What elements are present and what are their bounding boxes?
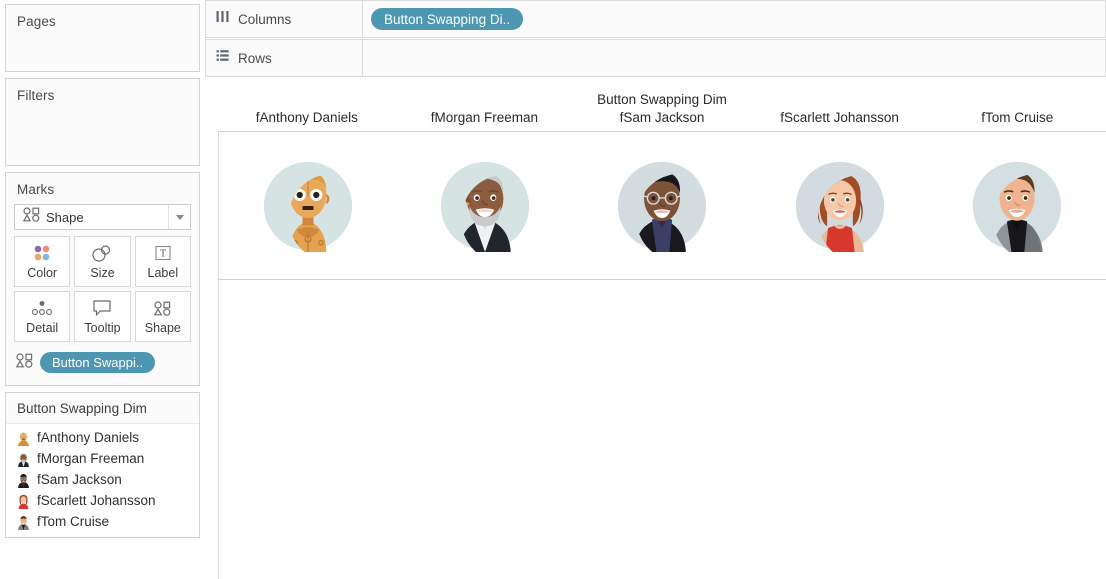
worksheet-main: Columns Button Swapping Di.. Rows Button… [205,0,1106,579]
legend-items: fAnthony Daniels fMorgan Freeman fSam Ja… [6,424,199,537]
size-button-label: Size [90,266,115,280]
label-button-label: Label [147,266,179,280]
column-header-tom-cruise[interactable]: fTom Cruise [928,110,1106,131]
tooltip-button-label: Tooltip [84,321,121,335]
legend-item[interactable]: fTom Cruise [6,511,199,532]
marks-shape-pill[interactable]: Button Swappi.. [40,352,156,373]
column-header-anthony-daniels[interactable]: fAnthony Daniels [218,110,396,131]
legend-item[interactable]: fSam Jackson [6,469,199,490]
sam-jackson-avatar [618,161,707,252]
morgan-freeman-avatar [440,161,530,252]
pages-card[interactable]: Pages [5,4,200,72]
c3po-avatar-icon [16,430,31,446]
label-text-icon: T [154,243,172,263]
detail-button-label: Detail [26,321,59,335]
columns-icon [216,10,229,28]
color-button-label: Color [27,266,58,280]
marks-title: Marks [17,182,55,197]
mark-type-dropdown[interactable]: Shape [14,204,191,230]
tom-cruise-avatar-icon [16,514,31,530]
shape-button-label: Shape [144,321,181,335]
rows-shelf-label: Rows [238,50,272,66]
marks-card: Marks Shape Color Size T Label Detail To… [5,172,200,386]
columns-shelf-label-box: Columns [205,0,363,38]
mark-cell-tom-cruise[interactable] [929,160,1106,252]
tom-cruise-avatar [973,161,1062,252]
svg-text:T: T [160,249,166,260]
columns-pill-button-swapping-dim[interactable]: Button Swapping Di.. [371,8,524,30]
mark-type-row: Shape [6,197,199,230]
mark-cell-sam-jackson[interactable] [574,160,751,252]
marks-buttons: Color Size T Label Detail Tooltip Shape [6,230,199,342]
mark-cell-anthony-daniels[interactable] [219,160,396,252]
mark-cell-scarlett-johansson[interactable] [751,160,928,252]
filters-card[interactable]: Filters [5,78,200,166]
columns-shelf-label: Columns [238,11,292,27]
left-sidebar: Pages Filters Marks Shape Color Size T L… [0,0,205,579]
legend-item-label: fMorgan Freeman [37,451,145,466]
c3po-avatar [263,161,352,252]
pages-title: Pages [17,14,56,29]
mark-type-value: Shape [46,209,84,225]
shape-glyph-icon [22,207,40,227]
legend-title: Button Swapping Dim [6,393,199,424]
marks-pane [218,132,1106,280]
legend-item[interactable]: fMorgan Freeman [6,448,199,469]
legend-item-label: fSam Jackson [37,472,122,487]
morgan-freeman-avatar-icon [16,451,31,467]
columns-shelf: Columns Button Swapping Di.. [205,0,1106,38]
legend-item-label: fTom Cruise [37,514,110,529]
legend-item-label: fScarlett Johansson [37,493,156,508]
column-field-title: Button Swapping Dim [597,92,727,107]
column-header-morgan-freeman[interactable]: fMorgan Freeman [396,110,574,131]
shape-button[interactable]: Shape [134,291,191,342]
column-header-sam-jackson[interactable]: fSam Jackson [573,110,751,131]
tooltip-button[interactable]: Tooltip [74,291,131,342]
color-button[interactable]: Color [14,236,71,287]
detail-dots-icon [31,298,53,318]
size-button[interactable]: Size [74,236,131,287]
tooltip-bubble-icon [92,298,112,318]
label-button[interactable]: T Label [134,236,191,287]
empty-pane-area [218,280,1106,579]
filters-title: Filters [17,88,55,103]
detail-button[interactable]: Detail [14,291,71,342]
shape-legend-card: Button Swapping Dim fAnthony Daniels fMo… [5,392,200,538]
legend-item[interactable]: fScarlett Johansson [6,490,199,511]
legend-item-label: fAnthony Daniels [37,430,140,445]
scarlett-johansson-avatar [795,161,885,252]
marks-shape-pill-row: Button Swappi.. [6,342,199,377]
rows-shelf: Rows [205,39,1106,77]
chevron-down-icon[interactable] [168,205,190,229]
column-header-scarlett-johansson[interactable]: fScarlett Johansson [751,110,929,131]
legend-item[interactable]: fAnthony Daniels [6,427,199,448]
rows-shelf-label-box: Rows [205,39,363,77]
viz-canvas: Button Swapping Dim fAnthony Daniels fMo… [218,80,1106,579]
sam-jackson-avatar-icon [16,472,31,488]
color-dots-icon [32,243,52,263]
tableau-worksheet: Pages Filters Marks Shape Color Size T L… [0,0,1106,579]
shape-glyph-icon [15,352,33,373]
mark-cell-morgan-freeman[interactable] [396,160,573,252]
shape-glyph-icon [154,298,171,318]
column-headers: fAnthony Daniels fMorgan Freeman fSam Ja… [218,107,1106,132]
size-circles-icon [91,243,113,263]
scarlett-johansson-avatar-icon [16,493,31,509]
columns-shelf-dropzone[interactable]: Button Swapping Di.. [363,0,1106,38]
rows-shelf-dropzone[interactable] [363,39,1106,77]
rows-icon [216,49,229,67]
